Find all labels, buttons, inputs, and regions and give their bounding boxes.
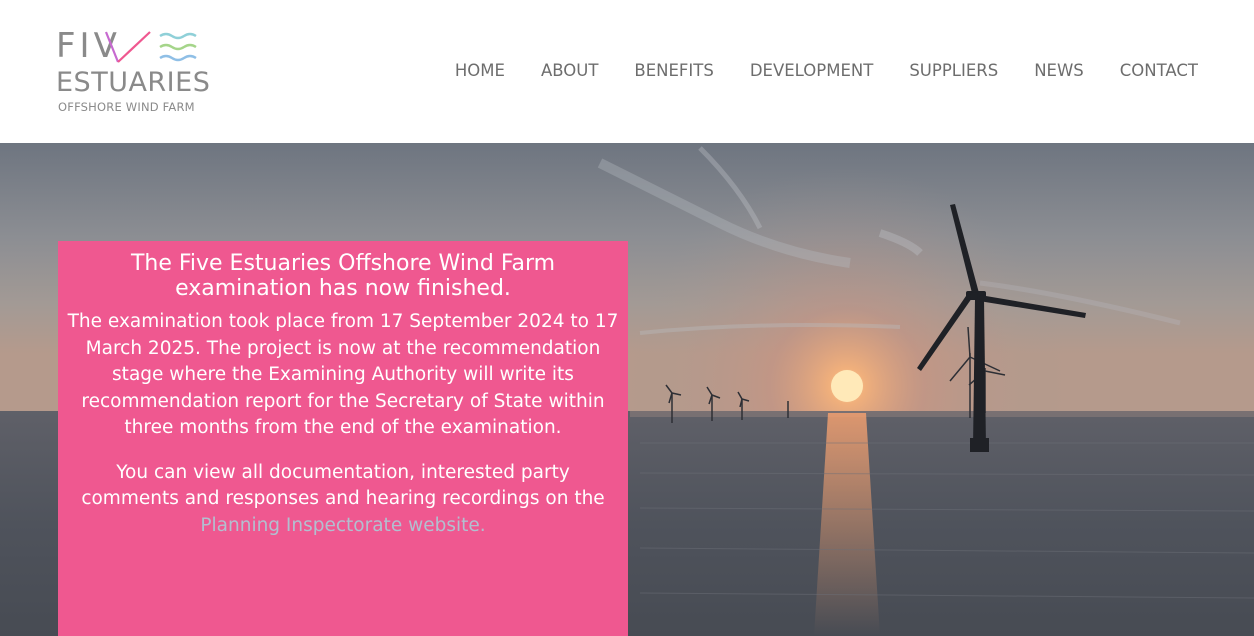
hero-banner: The Five Estuaries Offshore Wind Farm ex… <box>0 143 1254 636</box>
nav-about[interactable]: ABOUT <box>523 60 616 82</box>
logo-tagline: OFFSHORE WIND FARM <box>58 100 195 114</box>
logo-wave-mark-icon <box>104 31 197 63</box>
nav-contact[interactable]: CONTACT <box>1102 60 1198 82</box>
notice-title: The Five Estuaries Offshore Wind Farm ex… <box>130 251 556 301</box>
notice-paragraph-2: You can view all documentation, interest… <box>66 460 620 540</box>
notice-paragraph-2-text: You can view all documentation, interest… <box>81 461 605 510</box>
site-header: FIV ESTUARIES OFFSHORE WIND FARM HOME AB… <box>0 0 1254 143</box>
planning-inspectorate-link[interactable]: Planning Inspectorate website. <box>200 515 485 536</box>
nav-home[interactable]: HOME <box>437 60 523 82</box>
notice-paragraph-1: The examination took place from 17 Septe… <box>67 311 619 438</box>
examination-notice: The Five Estuaries Offshore Wind Farm ex… <box>58 241 628 636</box>
main-nav: HOME ABOUT BENEFITS DEVELOPMENT SUPPLIER… <box>437 60 1198 82</box>
logo-word-estuaries: ESTUARIES <box>56 67 211 98</box>
nav-news[interactable]: NEWS <box>1016 60 1102 82</box>
nav-development[interactable]: DEVELOPMENT <box>732 60 891 82</box>
five-estuaries-logo[interactable]: FIV ESTUARIES OFFSHORE WIND FARM <box>56 28 210 118</box>
nav-suppliers[interactable]: SUPPLIERS <box>891 60 1016 82</box>
nav-benefits[interactable]: BENEFITS <box>616 60 731 82</box>
